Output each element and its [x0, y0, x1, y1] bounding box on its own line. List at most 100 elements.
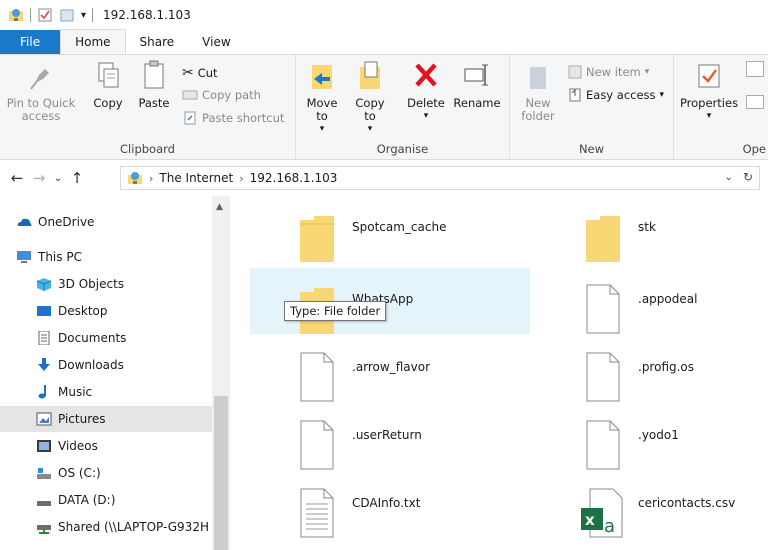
new-folder-quick-icon[interactable]	[59, 7, 75, 23]
properties-button[interactable]: Properties ▾	[678, 59, 740, 123]
move-to-icon	[312, 65, 332, 89]
blank-file-icon-4	[300, 420, 334, 470]
title-separator-2	[92, 8, 94, 22]
excel-file-icon: xa	[581, 488, 623, 538]
paste-icon	[144, 60, 164, 89]
ribbon: Pin to Quick access Copy Paste ✂ Cut Cop…	[0, 54, 768, 160]
window-title: 192.168.1.103	[103, 8, 191, 22]
file-list: Spotcam_cache stk WhatsApp .appodeal .ar…	[230, 196, 768, 550]
delete-button[interactable]: Delete ▾	[404, 59, 448, 123]
nav-item-shared[interactable]: Shared (\\LAPTOP-G932H	[0, 514, 212, 540]
nav-item-onedrive[interactable]: OneDrive	[0, 209, 212, 235]
blank-file-icon-3	[586, 352, 620, 402]
nav-item-videos[interactable]: Videos	[0, 433, 212, 459]
navigation-bar: ← → ⌄ ↑ › The Internet › 192.168.1.103 ⌄…	[0, 160, 768, 196]
video-icon	[37, 440, 51, 452]
file-tile-userreturn[interactable]: .userReturn	[250, 404, 530, 470]
tab-view[interactable]: View	[188, 30, 244, 54]
new-item-icon	[568, 65, 582, 79]
download-icon	[38, 358, 50, 371]
properties-icon	[698, 64, 720, 88]
address-bar[interactable]: › The Internet › 192.168.1.103 ⌄ ↻	[120, 166, 760, 190]
address-controls: ⌄ ↻	[725, 170, 753, 184]
paste-shortcut-icon	[184, 111, 196, 125]
properties-quick-icon[interactable]	[37, 7, 53, 23]
file-tile-cdainfo[interactable]: CDAInfo.txt	[250, 472, 530, 538]
back-arrow-icon[interactable]: ←	[6, 169, 28, 187]
recent-locations-icon[interactable]: ⌄	[50, 173, 66, 184]
scroll-up-icon[interactable]: ▲	[216, 202, 223, 212]
pin-to-quick-access-button[interactable]: Pin to Quick access	[6, 59, 76, 123]
nav-item-os-c[interactable]: OS (C:)	[0, 460, 212, 486]
file-tile-appodeal[interactable]: .appodeal	[536, 268, 768, 334]
blank-file-icon	[586, 284, 620, 334]
new-folder-icon	[530, 67, 546, 89]
drive-icon-2	[37, 501, 51, 506]
scroll-thumb[interactable]	[214, 396, 228, 550]
open-group: Properties ▾ Ope	[674, 55, 768, 159]
copy-button[interactable]: Copy	[88, 59, 128, 110]
cut-button[interactable]: ✂ Cut	[182, 65, 218, 81]
copy-path-button[interactable]: Copy path	[182, 88, 261, 102]
nav-item-data-d[interactable]: DATA (D:)	[0, 487, 212, 513]
app-folder-icon	[9, 9, 23, 21]
ribbon-tabs: File Home Share View	[0, 29, 768, 54]
nav-item-desktop[interactable]: Desktop	[0, 298, 212, 324]
edit-button-partial[interactable]	[746, 95, 764, 109]
delete-x-icon	[415, 63, 437, 87]
nav-item-pictures[interactable]: Pictures	[0, 406, 212, 432]
nav-item-this-pc[interactable]: This PC	[0, 244, 212, 270]
cloud-icon	[17, 218, 32, 226]
title-bar: ▾ 192.168.1.103	[0, 0, 768, 30]
pictures-icon	[36, 412, 52, 426]
file-tile-profig-os[interactable]: .profig.os	[536, 336, 768, 402]
rename-icon	[464, 64, 488, 86]
nav-item-downloads[interactable]: Downloads	[0, 352, 212, 378]
file-type-tooltip: Type: File folder	[284, 301, 387, 321]
new-folder-button[interactable]: New folder	[516, 59, 560, 123]
easy-access-button[interactable]: Easy access ▾	[568, 88, 664, 102]
file-tile-yodo1[interactable]: .yodo1	[536, 404, 768, 470]
network-drive-icon	[37, 525, 51, 534]
clipboard-group-label: Clipboard	[120, 142, 175, 156]
quick-access-dropdown-icon[interactable]: ▾	[81, 10, 86, 21]
copy-icon	[98, 62, 119, 88]
breadcrumb-ip[interactable]: 192.168.1.103	[250, 171, 338, 185]
rename-button[interactable]: Rename	[452, 59, 502, 110]
folder-icon	[300, 216, 334, 262]
clipboard-group: Pin to Quick access Copy Paste ✂ Cut Cop…	[0, 55, 296, 159]
copy-to-icon	[360, 61, 380, 89]
copy-path-icon	[182, 90, 198, 100]
new-group: New folder New item ▾ Easy access ▾ New	[510, 55, 674, 159]
forward-arrow-icon[interactable]: →	[28, 169, 50, 187]
document-icon	[38, 331, 50, 345]
breadcrumb-separator-icon[interactable]: ›	[149, 172, 153, 185]
easy-access-icon	[569, 88, 581, 102]
file-tile-spotcam-cache[interactable]: Spotcam_cache	[250, 196, 530, 262]
tab-home[interactable]: Home	[60, 29, 126, 54]
paste-shortcut-button[interactable]: Paste shortcut	[182, 111, 284, 125]
nav-item-music[interactable]: Music	[0, 379, 212, 405]
breadcrumb-separator-icon-2[interactable]: ›	[239, 172, 243, 185]
nav-item-3d-objects[interactable]: 3D Objects	[0, 271, 212, 297]
nav-item-documents[interactable]: Documents	[0, 325, 212, 351]
address-dropdown-icon[interactable]: ⌄	[725, 170, 733, 184]
open-button-partial[interactable]	[746, 61, 764, 77]
navigation-scrollbar[interactable]: ▲	[212, 196, 230, 550]
breadcrumb-the-internet[interactable]: The Internet	[159, 171, 233, 185]
up-arrow-icon[interactable]: ↑	[66, 169, 88, 187]
refresh-icon[interactable]: ↻	[743, 170, 753, 184]
tab-share[interactable]: Share	[126, 30, 189, 54]
paste-button[interactable]: Paste	[134, 59, 174, 110]
drive-icon	[37, 468, 51, 479]
blank-file-icon-2	[300, 352, 334, 402]
music-icon	[38, 385, 46, 399]
file-tile-arrow-flavor[interactable]: .arrow_flavor	[250, 336, 530, 402]
file-tile-cericontacts[interactable]: xa cericontacts.csv	[536, 472, 768, 538]
copy-to-button[interactable]: Copy to ▾	[350, 59, 390, 136]
new-item-button[interactable]: New item ▾	[568, 65, 649, 79]
blank-file-icon-5	[586, 420, 620, 470]
move-to-button[interactable]: Move to ▾	[302, 59, 342, 136]
tab-file[interactable]: File	[0, 30, 61, 54]
file-tile-stk[interactable]: stk	[536, 196, 768, 262]
